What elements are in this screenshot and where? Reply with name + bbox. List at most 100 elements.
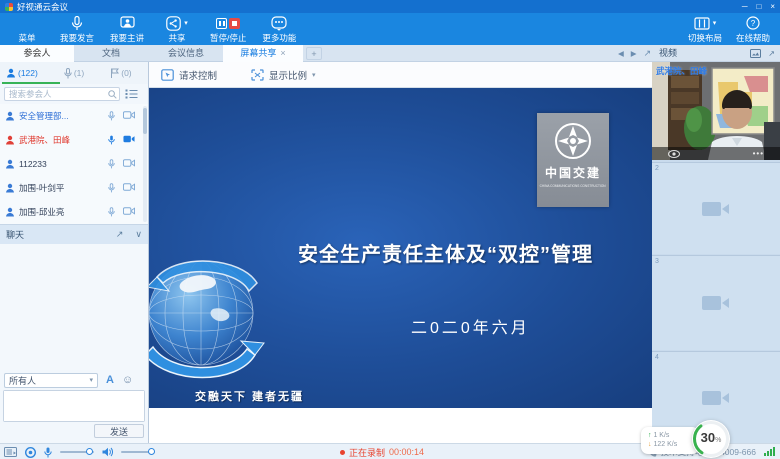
chat-title: 聊天: [6, 228, 24, 241]
total-count[interactable]: (122): [6, 68, 38, 78]
list-view-icon[interactable]: [125, 89, 138, 99]
prev-tab-icon[interactable]: ◀: [618, 49, 624, 58]
app-window: 好视通云会议 ─ □ × 菜单 我要发言 我要主讲: [0, 0, 780, 459]
tab-meeting-info[interactable]: 会议信息: [150, 45, 222, 62]
mic-on-icon[interactable]: [108, 135, 115, 145]
add-tab-button[interactable]: +: [306, 47, 322, 60]
video-tile-controls: •••: [652, 147, 780, 160]
menu-button[interactable]: 菜单: [8, 13, 46, 45]
send-button[interactable]: 发送: [94, 424, 144, 438]
request-present-button[interactable]: 我要主讲: [108, 13, 146, 45]
pause-icon[interactable]: [216, 18, 227, 29]
video-more-icon[interactable]: •••: [753, 149, 764, 158]
person-icon: [5, 207, 15, 217]
participant-row[interactable]: 安全管理部...: [0, 104, 148, 128]
chat-input[interactable]: [4, 391, 144, 421]
mic-icon[interactable]: [108, 207, 115, 217]
video-participant-name: 武港院、田峰: [656, 65, 707, 77]
tab-participants[interactable]: 参会人: [0, 45, 74, 62]
pause-stop-button[interactable]: 暂停/停止: [208, 13, 248, 45]
request-speak-button[interactable]: 我要发言: [58, 13, 96, 45]
share-button[interactable]: ▾ 共享: [158, 13, 196, 45]
mic-count[interactable]: (1): [64, 68, 84, 79]
video-slot[interactable]: 2: [652, 162, 780, 254]
globe-graphic: [149, 251, 265, 403]
participant-scrollbar[interactable]: [143, 106, 147, 222]
online-help-button[interactable]: ? 在线帮助: [734, 13, 772, 45]
maximize-button[interactable]: □: [756, 2, 761, 11]
meeting-log-icon[interactable]: [4, 447, 17, 457]
chat-popout-icon[interactable]: ↗: [116, 229, 124, 240]
flag-count[interactable]: (0): [110, 68, 131, 78]
camera-on-icon[interactable]: [123, 135, 135, 143]
speaker-volume-slider[interactable]: [121, 451, 155, 453]
usage-unit: %: [715, 437, 721, 444]
person-icon: [5, 159, 15, 169]
stop-icon[interactable]: [229, 18, 240, 29]
usage-gauge[interactable]: 30%: [690, 418, 732, 459]
more-functions-button[interactable]: 更多功能: [260, 13, 298, 45]
participant-row[interactable]: 加围-叶剑平: [0, 176, 148, 200]
ccc-emblem-icon: [553, 121, 593, 161]
active-video-tile[interactable]: 武港院、田峰 •••: [652, 62, 780, 160]
person-icon: [5, 111, 15, 121]
person-icon: [5, 183, 15, 193]
speaker-volume-icon[interactable]: [102, 447, 113, 457]
chat-messages-area[interactable]: [0, 244, 148, 370]
participant-row[interactable]: 112233: [0, 152, 148, 176]
person-icon: [6, 68, 16, 78]
participant-counters: (122) (1) (0): [0, 62, 148, 84]
mic-icon[interactable]: [108, 159, 115, 169]
expand-video-icon[interactable]: ↗: [768, 49, 775, 58]
mic-volume-icon[interactable]: [44, 447, 52, 458]
chat-collapse-icon[interactable]: ∨: [135, 229, 142, 240]
mic-icon[interactable]: [108, 183, 115, 193]
video-slot[interactable]: 3: [652, 255, 780, 350]
app-logo-icon: [5, 3, 13, 11]
camera-icon[interactable]: [123, 159, 135, 167]
emoji-button[interactable]: ☺: [122, 374, 133, 386]
toolbar-left-group: 菜单 我要发言 我要主讲 ▾ 共享: [0, 13, 298, 45]
expand-main-icon[interactable]: ↗: [644, 48, 652, 59]
close-tab-icon[interactable]: ×: [280, 48, 285, 58]
microphone-icon: [71, 15, 83, 31]
video-panel-icons: ↗: [750, 45, 775, 62]
download-speed: 122 K/s: [653, 441, 677, 448]
participant-row[interactable]: 武港院、田峰: [0, 128, 148, 152]
camera-icon[interactable]: [123, 183, 135, 191]
tab-documents[interactable]: 文档: [74, 45, 148, 62]
participant-row[interactable]: 加围-邱业亮: [0, 200, 148, 224]
flag-icon: [110, 68, 119, 78]
search-row: [0, 84, 148, 104]
tab-row: 参会人 文档 会议信息 屏幕共享× + ◀ ▶ ↗ 视频 ↗: [0, 45, 780, 62]
slide-date: 二0二0年六月: [411, 314, 530, 338]
camera-icon[interactable]: [123, 111, 135, 119]
camera-icon[interactable]: [123, 207, 135, 215]
presenter-icon: [120, 15, 135, 31]
next-tab-icon[interactable]: ▶: [631, 49, 637, 58]
recording-status: 正在录制 00:00:14: [340, 444, 424, 459]
mic-volume-slider[interactable]: [60, 451, 94, 453]
webcam-toggle-icon[interactable]: [25, 447, 36, 458]
chevron-down-icon: ▾: [713, 19, 717, 27]
camera-placeholder-icon: [702, 390, 730, 406]
upload-arrow-icon: ↑: [648, 432, 652, 439]
font-style-button[interactable]: A: [106, 374, 114, 386]
logo-english-text: CHINA COMMUNICATIONS CONSTRUCTION: [540, 184, 606, 188]
layout-icon: ▾: [694, 15, 717, 31]
main-toolbar: 菜单 我要发言 我要主讲 ▾ 共享: [0, 13, 780, 45]
minimize-button[interactable]: ─: [742, 2, 748, 11]
request-control-button[interactable]: 请求控制: [161, 68, 217, 82]
thumbnail-view-icon[interactable]: [750, 49, 761, 58]
search-input[interactable]: [4, 87, 120, 101]
company-logo: 中国交建 CHINA COMMUNICATIONS CONSTRUCTION: [537, 113, 609, 207]
upload-speed: 1 K/s: [653, 432, 669, 439]
close-button[interactable]: ×: [770, 2, 775, 11]
more-functions-icon: [271, 15, 287, 31]
recipient-select[interactable]: 所有人 ▾: [4, 373, 98, 388]
tab-screen-share[interactable]: 屏幕共享×: [223, 45, 303, 62]
display-ratio-button[interactable]: 显示比例 ▾: [251, 68, 316, 82]
mic-icon[interactable]: [108, 111, 115, 121]
switch-layout-button[interactable]: ▾ 切换布局: [686, 13, 724, 45]
eye-icon[interactable]: [668, 150, 680, 158]
